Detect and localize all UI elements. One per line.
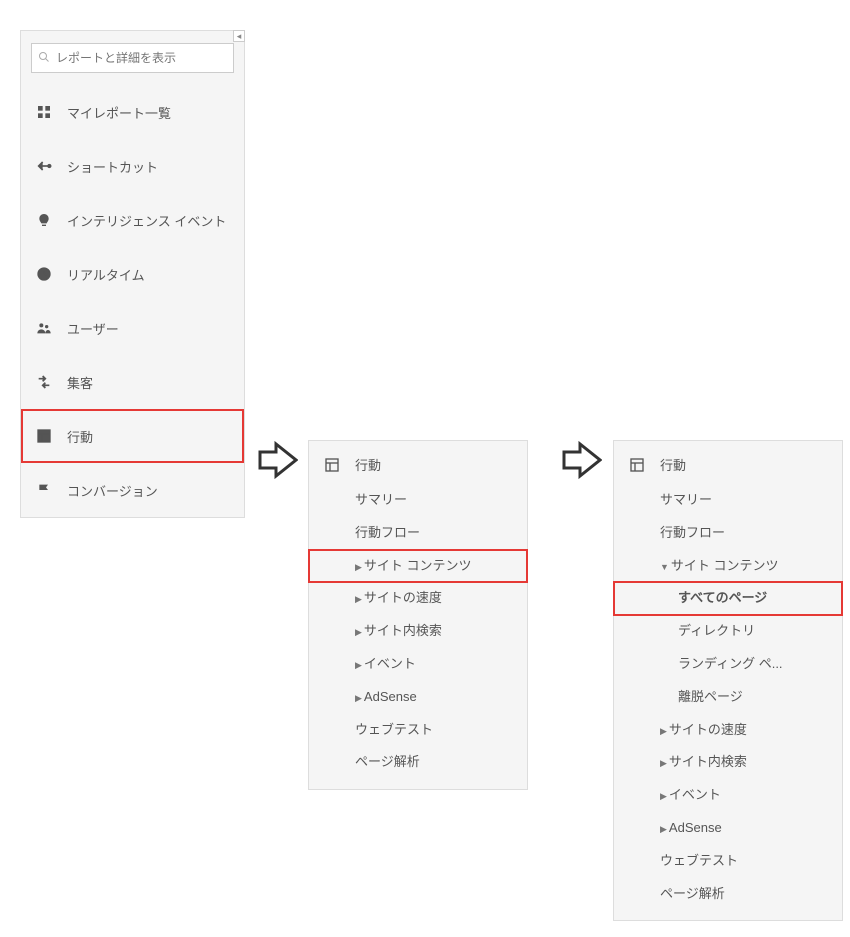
search-box[interactable] (31, 43, 234, 73)
search-input[interactable] (56, 51, 227, 65)
caret-right-icon: ▶ (660, 824, 667, 834)
users-icon (35, 319, 53, 337)
submenu-item-label: ページ解析 (660, 886, 725, 901)
collapse-icon[interactable]: ◂ (233, 30, 245, 42)
flag-icon (35, 481, 53, 499)
nav-item-label: マイレポート一覧 (67, 103, 171, 122)
submenu-item-label: AdSense (364, 689, 417, 704)
caret-right-icon: ▶ (355, 594, 362, 604)
nav-item-shortcut[interactable]: ショートカット (21, 139, 244, 193)
submenu-item-label: サイト内検索 (364, 623, 442, 638)
submenu-item[interactable]: ウェブテスト (614, 845, 842, 878)
nav-item-behavior[interactable]: 行動 (21, 409, 244, 463)
submenu-item[interactable]: ▶サイト コンテンツ (309, 550, 527, 583)
nav-item-label: 行動 (67, 427, 93, 446)
submenu-item[interactable]: ▶サイト内検索 (309, 615, 527, 648)
sidebar-panel-3: 行動 サマリー行動フロー▼サイト コンテンツすべてのページディレクトリランディン… (613, 440, 843, 921)
section-header-label: 行動 (660, 455, 686, 474)
submenu-item-label: サマリー (355, 492, 407, 507)
submenu-item-label: サマリー (660, 492, 712, 507)
caret-right-icon: ▶ (355, 562, 362, 572)
section-header-behavior[interactable]: 行動 (614, 441, 842, 484)
shortcut-icon (35, 157, 53, 175)
submenu-item-label: ウェブテスト (660, 853, 738, 868)
submenu-item-label: サイトの速度 (669, 722, 747, 737)
submenu-item-label: サイトの速度 (364, 590, 442, 605)
section-header-label: 行動 (355, 455, 381, 474)
sidebar-panel-1: ◂ マイレポート一覧ショートカットインテリジェンス イベントリアルタイムユーザー… (20, 30, 245, 518)
nav-item-dashboard[interactable]: マイレポート一覧 (21, 85, 244, 139)
submenu-item[interactable]: ページ解析 (309, 746, 527, 779)
subsubmenu-item[interactable]: 離脱ページ (614, 681, 842, 714)
sidebar-panel-2: 行動 サマリー行動フロー▶サイト コンテンツ▶サイトの速度▶サイト内検索▶イベン… (308, 440, 528, 790)
submenu-item[interactable]: ウェブテスト (309, 714, 527, 747)
submenu-item[interactable]: ▶AdSense (614, 812, 842, 845)
submenu-item-label: AdSense (669, 820, 722, 835)
caret-right-icon: ▶ (660, 726, 667, 736)
submenu-item-label: 行動フロー (660, 525, 725, 540)
nav-item-label: インテリジェンス イベント (67, 211, 226, 230)
submenu-item[interactable]: 行動フロー (309, 517, 527, 550)
subsubmenu-item[interactable]: ディレクトリ (614, 615, 842, 648)
submenu-item-label: イベント (364, 656, 416, 671)
nav-item-users[interactable]: ユーザー (21, 301, 244, 355)
submenu-item-label: サイト内検索 (669, 754, 747, 769)
submenu-item[interactable]: ▶サイトの速度 (309, 582, 527, 615)
behavior-icon (628, 456, 646, 474)
submenu-item[interactable]: ページ解析 (614, 878, 842, 911)
submenu-item[interactable]: ▼サイト コンテンツ (614, 550, 842, 583)
submenu-item[interactable]: ▶サイト内検索 (614, 746, 842, 779)
caret-right-icon: ▶ (660, 758, 667, 768)
submenu-item[interactable]: ▶サイトの速度 (614, 714, 842, 747)
submenu-item-label: サイト コンテンツ (671, 558, 779, 573)
section-header-behavior[interactable]: 行動 (309, 441, 527, 484)
submenu-item-label: サイト コンテンツ (364, 558, 472, 573)
nav-item-label: ユーザー (67, 319, 119, 338)
submenu-item[interactable]: サマリー (309, 484, 527, 517)
caret-right-icon: ▶ (355, 627, 362, 637)
subsubmenu-item-label: ランディング ペ... (678, 656, 783, 671)
subsubmenu-item-label: すべてのページ (678, 590, 767, 605)
submenu-item-label: ウェブテスト (355, 722, 433, 737)
submenu-item[interactable]: ▶イベント (614, 779, 842, 812)
nav-item-label: コンバージョン (67, 481, 158, 500)
behavior-icon (35, 427, 53, 445)
submenu-item[interactable]: サマリー (614, 484, 842, 517)
nav-item-flag[interactable]: コンバージョン (21, 463, 244, 517)
arrow-icon (258, 440, 298, 480)
bulb-icon (35, 211, 53, 229)
behavior-icon (323, 456, 341, 474)
submenu-item-label: ページ解析 (355, 754, 420, 769)
search-icon (38, 51, 50, 66)
subsubmenu-item[interactable]: すべてのページ (614, 582, 842, 615)
subsubmenu-item-label: 離脱ページ (678, 689, 743, 704)
dashboard-icon (35, 103, 53, 121)
nav-item-label: ショートカット (67, 157, 158, 176)
caret-right-icon: ▶ (660, 791, 667, 801)
submenu-item-label: イベント (669, 787, 721, 802)
submenu-item[interactable]: ▶イベント (309, 648, 527, 681)
caret-right-icon: ▶ (355, 660, 362, 670)
nav-item-acquisition[interactable]: 集客 (21, 355, 244, 409)
clock-icon (35, 265, 53, 283)
acquisition-icon (35, 373, 53, 391)
submenu-item[interactable]: ▶AdSense (309, 681, 527, 714)
nav-item-label: リアルタイム (67, 265, 145, 284)
nav-item-bulb[interactable]: インテリジェンス イベント (21, 193, 244, 247)
caret-down-icon: ▼ (660, 562, 669, 572)
subsubmenu-item[interactable]: ランディング ペ... (614, 648, 842, 681)
subsubmenu-item-label: ディレクトリ (678, 623, 755, 638)
nav-item-label: 集客 (67, 373, 93, 392)
submenu-item[interactable]: 行動フロー (614, 517, 842, 550)
submenu-item-label: 行動フロー (355, 525, 420, 540)
nav-item-clock[interactable]: リアルタイム (21, 247, 244, 301)
arrow-icon (562, 440, 602, 480)
caret-right-icon: ▶ (355, 693, 362, 703)
